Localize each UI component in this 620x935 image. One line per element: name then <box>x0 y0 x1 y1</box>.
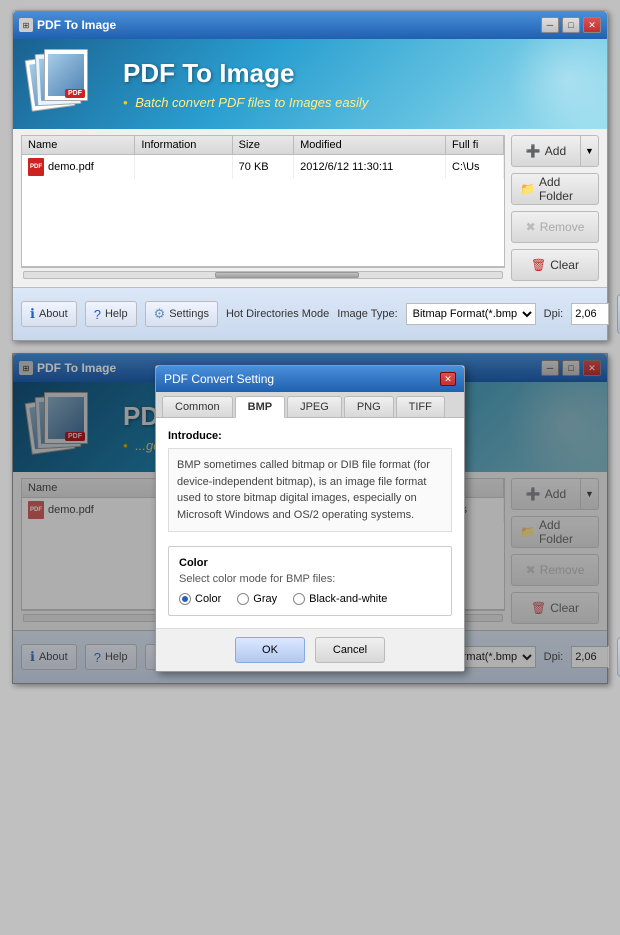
clear-button[interactable]: 🗑 Clear <box>511 249 599 281</box>
add-btn-wrap: ➕ Add ▼ <box>511 135 599 167</box>
about-icon: ℹ <box>30 306 35 322</box>
bullet-dot: • <box>123 95 128 110</box>
add-folder-icon: 📁 <box>520 182 535 196</box>
banner-1: PDF PDF To Image • Batch convert PDF fil… <box>13 39 607 129</box>
radio-dot-bw <box>293 593 305 605</box>
dialog-tabs: Common BMP JPEG PNG TIFF <box>156 392 464 418</box>
radio-gray[interactable]: Gray <box>237 593 277 605</box>
introduce-label: Introduce: <box>168 430 452 442</box>
help-button[interactable]: ? Help <box>85 301 137 327</box>
radio-bw[interactable]: Black-and-white <box>293 593 387 605</box>
scrollbar-track[interactable] <box>23 271 503 279</box>
settings-dialog: PDF Convert Setting ✕ Common BMP JPEG PN… <box>155 365 465 672</box>
add-icon: ➕ <box>526 144 541 158</box>
color-section-title: Color <box>179 557 441 569</box>
radio-dot-gray <box>237 593 249 605</box>
color-section-subtitle: Select color mode for BMP files: <box>179 573 441 585</box>
file-list-1: Name Information Size Modified Full fi P… <box>21 135 505 267</box>
dialog-overlay: PDF Convert Setting ✕ Common BMP JPEG PN… <box>12 353 608 684</box>
image-type-label: Image Type: <box>337 308 397 320</box>
window-controls-1: ─ □ ✕ <box>541 17 601 33</box>
title-bar-1: ⊞ PDF To Image ─ □ ✕ <box>13 11 607 39</box>
ok-button[interactable]: OK <box>235 637 305 663</box>
file-table-1: Name Information Size Modified Full fi P… <box>22 136 504 179</box>
toolbar-1: ℹ About ? Help ⚙ Settings Hot Directorie… <box>13 287 607 340</box>
settings-label: Settings <box>169 308 209 320</box>
about-button[interactable]: ℹ About <box>21 301 77 327</box>
dialog-content: Introduce: BMP sometimes called bitmap o… <box>156 418 464 628</box>
maximize-btn[interactable]: □ <box>562 17 580 33</box>
radio-color[interactable]: Color <box>179 593 221 605</box>
cancel-button[interactable]: Cancel <box>315 637 385 663</box>
add-button[interactable]: ➕ Add <box>511 135 581 167</box>
radio-dot-color <box>179 593 191 605</box>
col-size: Size <box>232 136 293 155</box>
radio-bw-label: Black-and-white <box>309 593 387 605</box>
horizontal-scrollbar-1[interactable] <box>21 267 505 281</box>
file-name: demo.pdf <box>48 161 94 173</box>
settings-button[interactable]: ⚙ Settings <box>145 301 218 327</box>
dialog-close-btn[interactable]: ✕ <box>440 372 456 386</box>
col-info: Information <box>135 136 232 155</box>
color-radio-group: Color Gray Black-and-white <box>179 593 441 605</box>
window-title-1: PDF To Image <box>37 18 116 32</box>
remove-button[interactable]: ✖ Remove <box>511 211 599 243</box>
tab-common[interactable]: Common <box>162 396 233 417</box>
tab-jpeg[interactable]: JPEG <box>287 396 342 417</box>
remove-icon: ✖ <box>526 220 536 234</box>
tab-tiff[interactable]: TIFF <box>396 396 445 417</box>
help-label: Help <box>105 308 128 320</box>
pdf-badge: PDF <box>65 89 85 98</box>
color-section: Color Select color mode for BMP files: C… <box>168 546 452 616</box>
file-path: C:\Us <box>446 155 504 180</box>
radio-color-label: Color <box>195 593 221 605</box>
col-fullpath: Full fi <box>446 136 504 155</box>
table-row[interactable]: PDF demo.pdf 70 KB 2012/6/12 11:30:11 C:… <box>22 155 504 180</box>
dialog-title-bar: PDF Convert Setting ✕ <box>156 366 464 392</box>
remove-label: Remove <box>540 220 585 234</box>
file-action-buttons: ➕ Add ▼ 📁 Add Folder ✖ Remove 🗑 Clear <box>511 135 599 281</box>
dpi-input[interactable] <box>571 303 609 325</box>
pdf-file-icon: PDF <box>28 158 44 176</box>
file-size: 70 KB <box>232 155 293 180</box>
clear-label: Clear <box>550 258 579 272</box>
scrollbar-thumb[interactable] <box>215 272 358 278</box>
file-section-1: Name Information Size Modified Full fi P… <box>13 129 607 287</box>
file-modified: 2012/6/12 11:30:11 <box>294 155 446 180</box>
minimize-btn[interactable]: ─ <box>541 17 559 33</box>
about-label: About <box>39 308 68 320</box>
main-window-2-wrap: ⊞ PDF To Image ─ □ ✕ <box>12 353 608 684</box>
add-dropdown-arrow[interactable]: ▼ <box>581 135 599 167</box>
app-icon: ⊞ <box>19 18 33 32</box>
tab-bmp[interactable]: BMP <box>235 396 285 418</box>
hot-directories-label: Hot Directories Mode <box>226 308 329 320</box>
image-type-select[interactable]: Bitmap Format(*.bmp) <box>406 303 536 325</box>
add-folder-button[interactable]: 📁 Add Folder <box>511 173 599 205</box>
dialog-footer: OK Cancel <box>156 628 464 671</box>
dialog-title-text: PDF Convert Setting <box>164 372 274 386</box>
settings-icon: ⚙ <box>154 306 166 322</box>
close-btn[interactable]: ✕ <box>583 17 601 33</box>
add-label: Add <box>545 144 566 158</box>
main-window-1: ⊞ PDF To Image ─ □ ✕ PDF <box>12 10 608 341</box>
radio-gray-label: Gray <box>253 593 277 605</box>
add-folder-label: Add Folder <box>539 175 590 203</box>
banner-icon-1: PDF <box>28 49 108 119</box>
bmp-description: BMP sometimes called bitmap or DIB file … <box>168 448 452 532</box>
page-card-3: PDF <box>44 49 88 101</box>
help-icon: ? <box>94 307 101 322</box>
banner-glow <box>507 39 607 129</box>
file-info <box>135 155 232 180</box>
dpi-label: Dpi: <box>544 308 564 320</box>
col-modified: Modified <box>294 136 446 155</box>
col-name: Name <box>22 136 135 155</box>
tab-png[interactable]: PNG <box>344 396 394 417</box>
clear-icon: 🗑 <box>531 258 546 272</box>
